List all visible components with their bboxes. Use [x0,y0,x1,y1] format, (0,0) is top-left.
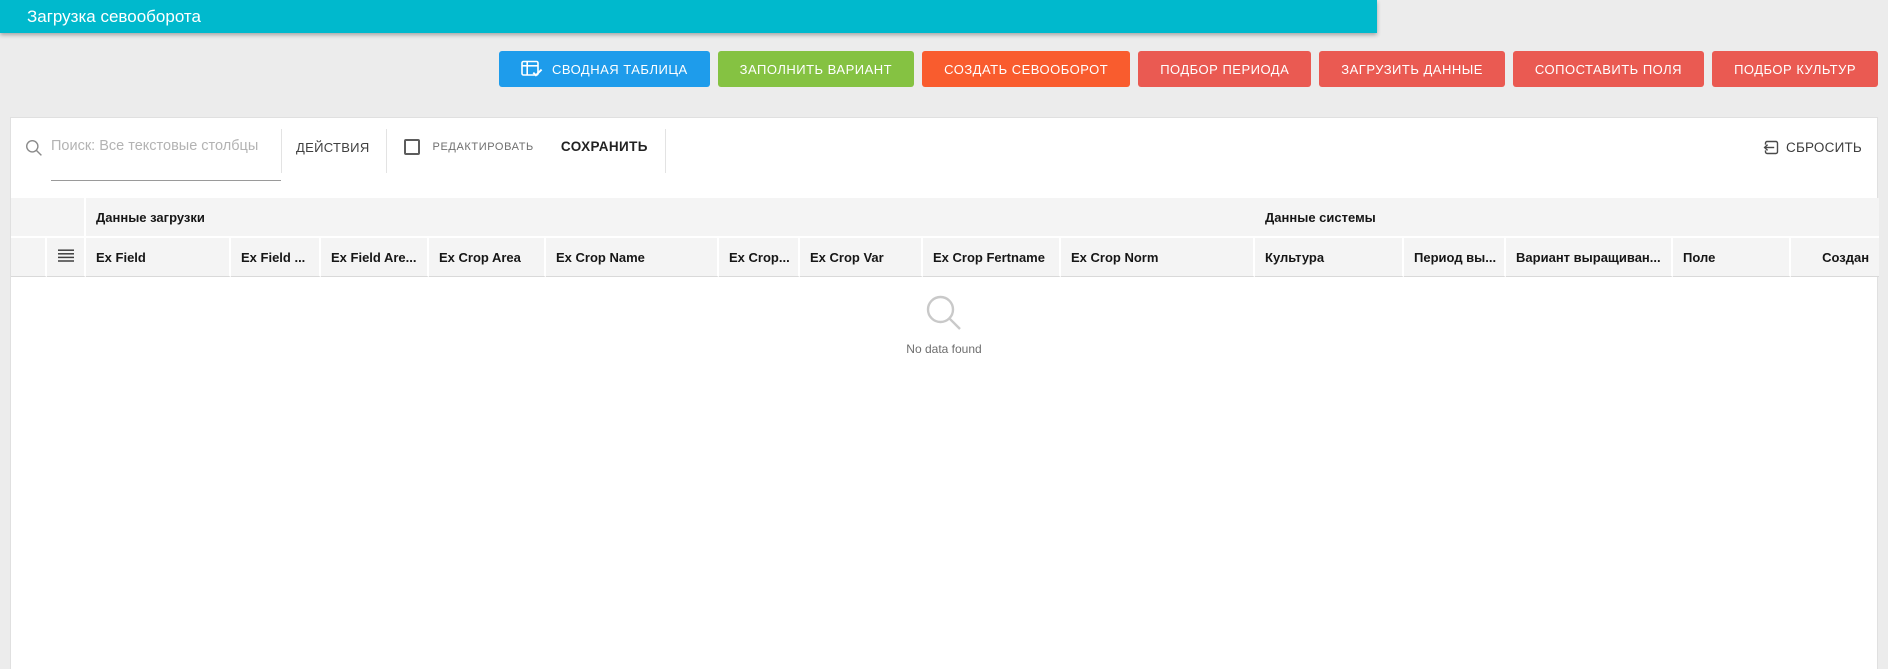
action-button-label: СВОДНАЯ ТАБЛИЦА [551,61,688,77]
edit-toggle: РЕДАКТИРОВАТЬ [403,139,534,155]
search-box [25,136,281,181]
action-button-label: ЗАПОЛНИТЬ ВАРИАНТ [739,61,893,77]
column-header[interactable]: Ex Field Are... [321,238,429,277]
column-header[interactable]: Ex Field ... [231,238,321,277]
pivot-table-icon [521,60,543,78]
create-crop-rotation-button[interactable]: СОЗДАТЬ СЕВООБОРОТ [922,51,1131,87]
empty-state-label: No data found [906,342,982,356]
column-header[interactable]: Ex Field [86,238,231,277]
pivot-table-button[interactable]: СВОДНАЯ ТАБЛИЦА [498,51,710,87]
column-header[interactable]: Ex Crop... [719,238,800,277]
toolbar-divider [281,129,282,173]
crop-selection-button[interactable]: ПОДБОР КУЛЬТУР [1712,51,1878,87]
edit-checkbox[interactable] [403,139,420,155]
column-header[interactable]: Поле [1673,238,1792,277]
column-header[interactable]: Культура [1255,238,1405,277]
reset-button-label: СБРОСИТЬ [1786,140,1862,155]
load-data-button[interactable]: ЗАГРУЗИТЬ ДАННЫЕ [1319,51,1505,87]
fill-variant-button[interactable]: ЗАПОЛНИТЬ ВАРИАНТ [717,51,915,87]
period-selection-button[interactable]: ПОДБОР ПЕРИОДА [1138,51,1312,87]
column-header[interactable]: Период вы... [1404,238,1507,277]
selection-menu-button[interactable] [47,238,86,277]
column-header[interactable]: Ex Crop Norm [1061,238,1256,277]
edit-checkbox-label: РЕДАКТИРОВАТЬ [432,141,534,153]
column-header[interactable]: Ex Crop Name [546,238,719,277]
interactive-grid-panel: ДЕЙСТВИЯ РЕДАКТИРОВАТЬ СОХРАНИТЬ СБРОСИТ… [10,117,1880,669]
column-group-header: Данные системы [1255,198,1880,238]
toolbar-divider [385,129,387,173]
column-header[interactable]: Вариант выращиван... [1506,238,1674,277]
magnifier-icon [926,295,961,330]
action-button-label: СОПОСТАВИТЬ ПОЛЯ [1534,61,1683,77]
page-title-bar: Загрузка севооборота [0,0,1377,33]
column-header[interactable]: Ex Crop Var [800,238,923,277]
page-title: Загрузка севооборота [27,6,201,26]
reset-arrow-icon [1763,140,1779,155]
save-button[interactable]: СОХРАНИТЬ [561,139,648,154]
search-icon [26,140,42,156]
toolbar-divider [664,129,666,173]
column-group-row: Данные загрузки Данные системы [11,198,1880,238]
search-input[interactable] [51,136,281,181]
page: { "header": { "title": "Загрузка севообо… [0,0,1888,669]
column-header[interactable]: Ex Crop Fertname [923,238,1061,277]
action-button-label: ПОДБОР КУЛЬТУР [1734,61,1856,77]
column-header[interactable]: Создан [1791,238,1880,277]
menu-icon [57,248,74,262]
actions-menu-button[interactable]: ДЕЙСТВИЯ [294,140,372,155]
column-group-header [11,198,86,238]
action-button-label: ЗАГРУЗИТЬ ДАННЫЕ [1341,61,1483,77]
interactive-grid: Данные загрузки Данные системы Ex Field Ex… [11,198,1880,277]
empty-state: No data found [11,291,1877,356]
action-button-label: ПОДБОР ПЕРИОДА [1160,61,1290,77]
column-header[interactable]: Ex Crop Area [429,238,546,277]
grid-toolbar: ДЕЙСТВИЯ РЕДАКТИРОВАТЬ СОХРАНИТЬ СБРОСИТ… [11,118,1877,198]
action-button-label: СОЗДАТЬ СЕВООБОРОТ [944,61,1109,77]
action-button-row: СВОДНАЯ ТАБЛИЦА ЗАПОЛНИТЬ ВАРИАНТ СОЗДАТЬ … [10,51,1878,87]
column-group-header: Данные загрузки [86,198,1256,238]
column-header-row: Ex Field Ex Field ... Ex Field Are... Ex Cr… [11,238,1880,277]
row-selector-header [11,238,47,277]
match-fields-button[interactable]: СОПОСТАВИТЬ ПОЛЯ [1512,51,1705,87]
reset-button[interactable]: СБРОСИТЬ [1763,139,1871,156]
